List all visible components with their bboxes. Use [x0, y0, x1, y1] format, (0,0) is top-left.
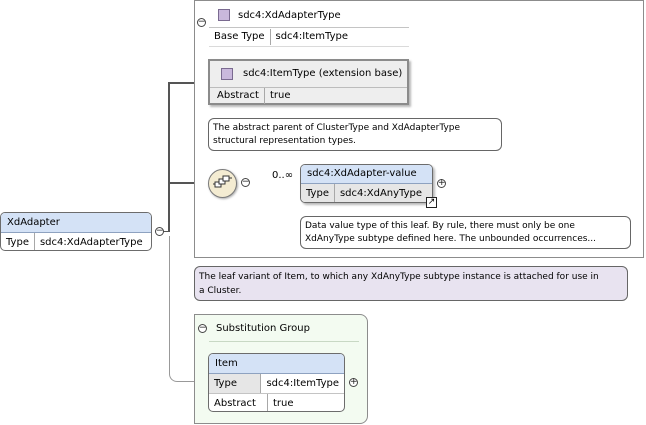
root-type-row: Type sdc4:XdAdapterType	[1, 233, 151, 250]
child-annotation: Data value type of this leaf. By rule, t…	[300, 216, 631, 249]
collapse-root-icon[interactable]: −	[155, 227, 164, 236]
substitution-abstract-value: true	[267, 394, 299, 411]
extension-annotation: The abstract parent of ClusterType and X…	[208, 118, 502, 151]
collapse-substitution-icon[interactable]: −	[198, 324, 207, 333]
child-type-label: Type	[306, 188, 329, 199]
extension-abstract-value: true	[263, 88, 296, 104]
root-element-name: XdAdapter	[1, 213, 151, 233]
substitution-item-box[interactable]: Item Type sdc4:ItemType Abstract true	[208, 353, 345, 412]
collapse-complex-type-icon[interactable]: −	[197, 18, 206, 27]
base-type-label: Base Type	[214, 31, 265, 42]
extension-base-box[interactable]: sdc4:ItemType (extension base) Abstract …	[208, 59, 409, 105]
sequence-icon	[213, 175, 232, 188]
sequence-cardinality: 0..∞	[272, 170, 294, 181]
child-type-value: sdc4:XdAnyType	[333, 184, 427, 202]
root-annotation-line-1: The leaf variant of Item, to which any X…	[199, 272, 599, 282]
substitution-group-title: Substitution Group	[216, 323, 310, 334]
base-type-row: Base Type sdc4:ItemType	[209, 29, 353, 45]
base-type-value: sdc4:ItemType	[269, 29, 354, 45]
extension-type-icon	[221, 68, 233, 80]
substitution-abstract-label: Abstract	[214, 398, 256, 409]
extension-annotation-line-2: structural representation types.	[213, 136, 356, 146]
extension-abstract-row: Abstract true	[212, 88, 296, 104]
root-type-value: sdc4:XdAdapterType	[33, 233, 148, 250]
sequence-compositor[interactable]	[208, 169, 237, 198]
substitution-type-value: sdc4:ItemType	[260, 374, 344, 393]
extension-name: sdc4:ItemType (extension base)	[243, 68, 403, 79]
substitution-abstract-row: Abstract true	[209, 393, 344, 411]
child-element-name: sdc4:XdAdapter-value	[301, 165, 432, 184]
substitution-type-label: Type	[209, 374, 261, 393]
child-annotation-line-2: XdAnyType subtype defined here. The unbo…	[305, 234, 597, 244]
child-element-box[interactable]: sdc4:XdAdapter-value Type sdc4:XdAnyType	[300, 164, 433, 203]
root-annotation-line-2: a Cluster.	[199, 286, 242, 296]
complex-type-divider-2	[209, 46, 409, 47]
complex-type-icon	[218, 9, 230, 21]
child-type-link-icon[interactable]: ↗	[426, 197, 437, 208]
root-annotation: The leaf variant of Item, to which any X…	[194, 266, 628, 301]
collapse-sequence-icon[interactable]: −	[241, 178, 250, 187]
expand-child-icon[interactable]: +	[437, 179, 446, 188]
extension-abstract-label: Abstract	[217, 90, 259, 101]
expand-substitution-item-icon[interactable]: +	[349, 378, 358, 387]
root-element-box[interactable]: XdAdapter Type sdc4:XdAdapterType	[0, 212, 152, 251]
child-annotation-line-1: Data value type of this leaf. By rule, t…	[305, 221, 575, 231]
substitution-type-row: Type sdc4:ItemType	[209, 374, 344, 393]
extension-annotation-line-1: The abstract parent of ClusterType and X…	[213, 123, 461, 133]
root-type-label: Type	[6, 237, 29, 248]
substitution-item-name: Item	[209, 354, 344, 374]
connector-trunk-vertical	[168, 82, 170, 232]
complex-type-name: sdc4:XdAdapterType	[238, 10, 341, 21]
substitution-divider	[209, 341, 359, 342]
child-type-row: Type sdc4:XdAnyType	[301, 184, 432, 202]
complex-type-divider	[209, 27, 409, 28]
